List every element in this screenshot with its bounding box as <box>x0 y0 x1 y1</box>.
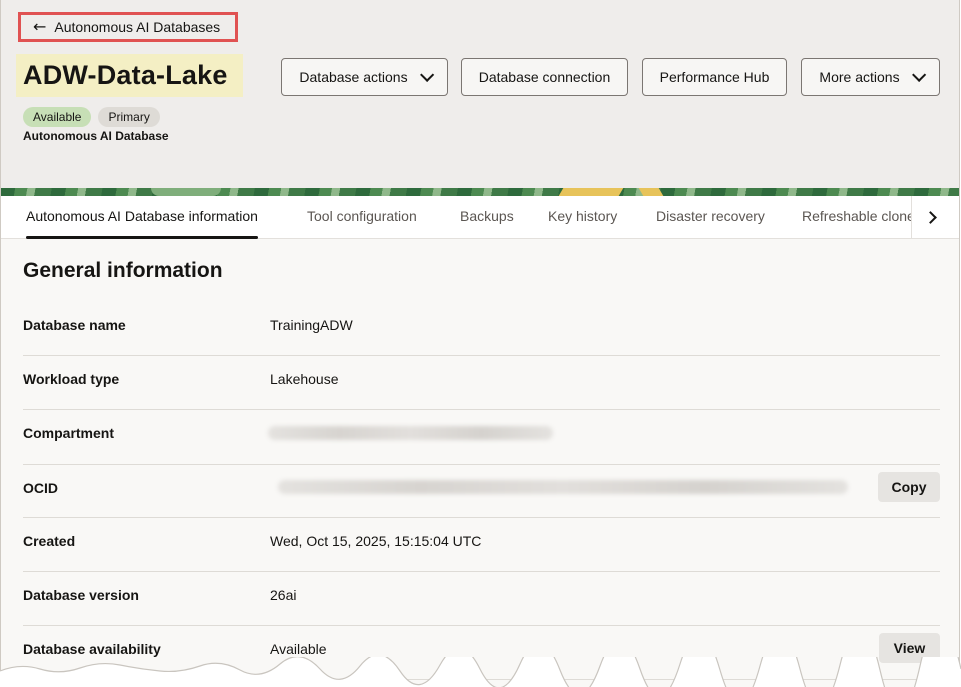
detail-value: 26ai <box>270 587 297 603</box>
status-badge-available: Available <box>23 107 92 127</box>
tab-label: Autonomous AI Database information <box>26 208 258 224</box>
copy-button[interactable]: Copy <box>878 472 940 502</box>
tab-bar: Autonomous AI Database information Tool … <box>1 196 959 239</box>
active-tab-indicator <box>26 236 258 239</box>
detail-value: Wed, Oct 15, 2025, 15:15:04 UTC <box>270 533 482 549</box>
back-link-label: Autonomous AI Databases <box>54 19 221 35</box>
detail-row-database-name: Database name TrainingADW <box>23 300 940 356</box>
tab-label: Backups <box>460 208 514 224</box>
database-connection-label: Database connection <box>478 69 611 85</box>
detail-value: Available <box>270 641 327 657</box>
database-actions-label: Database actions <box>299 69 408 85</box>
database-connection-button[interactable]: Database connection <box>461 58 628 96</box>
section-title-general-information: General information <box>23 259 223 282</box>
tab-tool-configuration[interactable]: Tool configuration <box>307 196 417 238</box>
tab-overflow-clip: Refreshable clones <box>801 196 911 238</box>
status-badges: Available Primary <box>23 107 160 127</box>
tab-key-history[interactable]: Key history <box>548 196 617 238</box>
tab-label: Tool configuration <box>307 208 417 224</box>
arrow-left-icon: ← <box>33 17 47 36</box>
chevron-right-icon <box>923 210 937 224</box>
more-actions-label: More actions <box>819 69 900 85</box>
detail-label: OCID <box>23 480 58 496</box>
tab-label: Key history <box>548 208 618 224</box>
redacted-value <box>278 480 848 494</box>
tab-disaster-recovery[interactable]: Disaster recovery <box>656 196 765 238</box>
detail-row-compartment: Compartment <box>23 409 940 465</box>
detail-label: Compartment <box>23 425 115 441</box>
detail-label: Workload type <box>23 371 120 387</box>
tab-backups[interactable]: Backups <box>460 196 514 238</box>
detail-value: TrainingADW <box>270 317 353 333</box>
tab-database-information[interactable]: Autonomous AI Database information <box>26 196 258 239</box>
role-badge-primary: Primary <box>98 107 160 127</box>
database-actions-button[interactable]: Database actions <box>281 58 448 96</box>
tab-label: Refreshable clones <box>802 208 911 224</box>
page-header: ← Autonomous AI Databases ADW-Data-Lake … <box>1 0 959 188</box>
decorative-banner <box>1 188 959 196</box>
detail-value: Lakehouse <box>270 371 339 387</box>
detail-label: Created <box>23 533 76 549</box>
detail-row-database-version: Database version 26ai <box>23 571 940 626</box>
tab-refreshable-clones[interactable]: Refreshable clones <box>802 196 911 238</box>
tab-scroll-right-button[interactable] <box>911 196 948 238</box>
page-frame: ← Autonomous AI Databases ADW-Data-Lake … <box>0 0 960 687</box>
resource-type-label: Autonomous AI Database <box>23 129 169 143</box>
detail-row-created: Created Wed, Oct 15, 2025, 15:15:04 UTC <box>23 517 940 572</box>
performance-hub-label: Performance Hub <box>659 69 770 85</box>
redacted-value <box>268 426 553 440</box>
detail-label: Database version <box>23 587 139 603</box>
performance-hub-button[interactable]: Performance Hub <box>642 58 787 96</box>
more-actions-button[interactable]: More actions <box>801 58 940 96</box>
detail-row-workload-type: Workload type Lakehouse <box>23 355 940 410</box>
torn-edge <box>0 657 961 687</box>
chevron-down-icon <box>911 67 926 82</box>
chevron-down-icon <box>419 67 434 82</box>
back-link-autonomous-databases[interactable]: ← Autonomous AI Databases <box>18 12 238 42</box>
detail-label: Database availability <box>23 641 161 657</box>
tab-label: Disaster recovery <box>656 208 765 224</box>
detail-label: Database name <box>23 317 126 333</box>
page-title: ADW-Data-Lake <box>16 54 243 97</box>
detail-row-ocid: OCID Copy <box>23 464 940 518</box>
